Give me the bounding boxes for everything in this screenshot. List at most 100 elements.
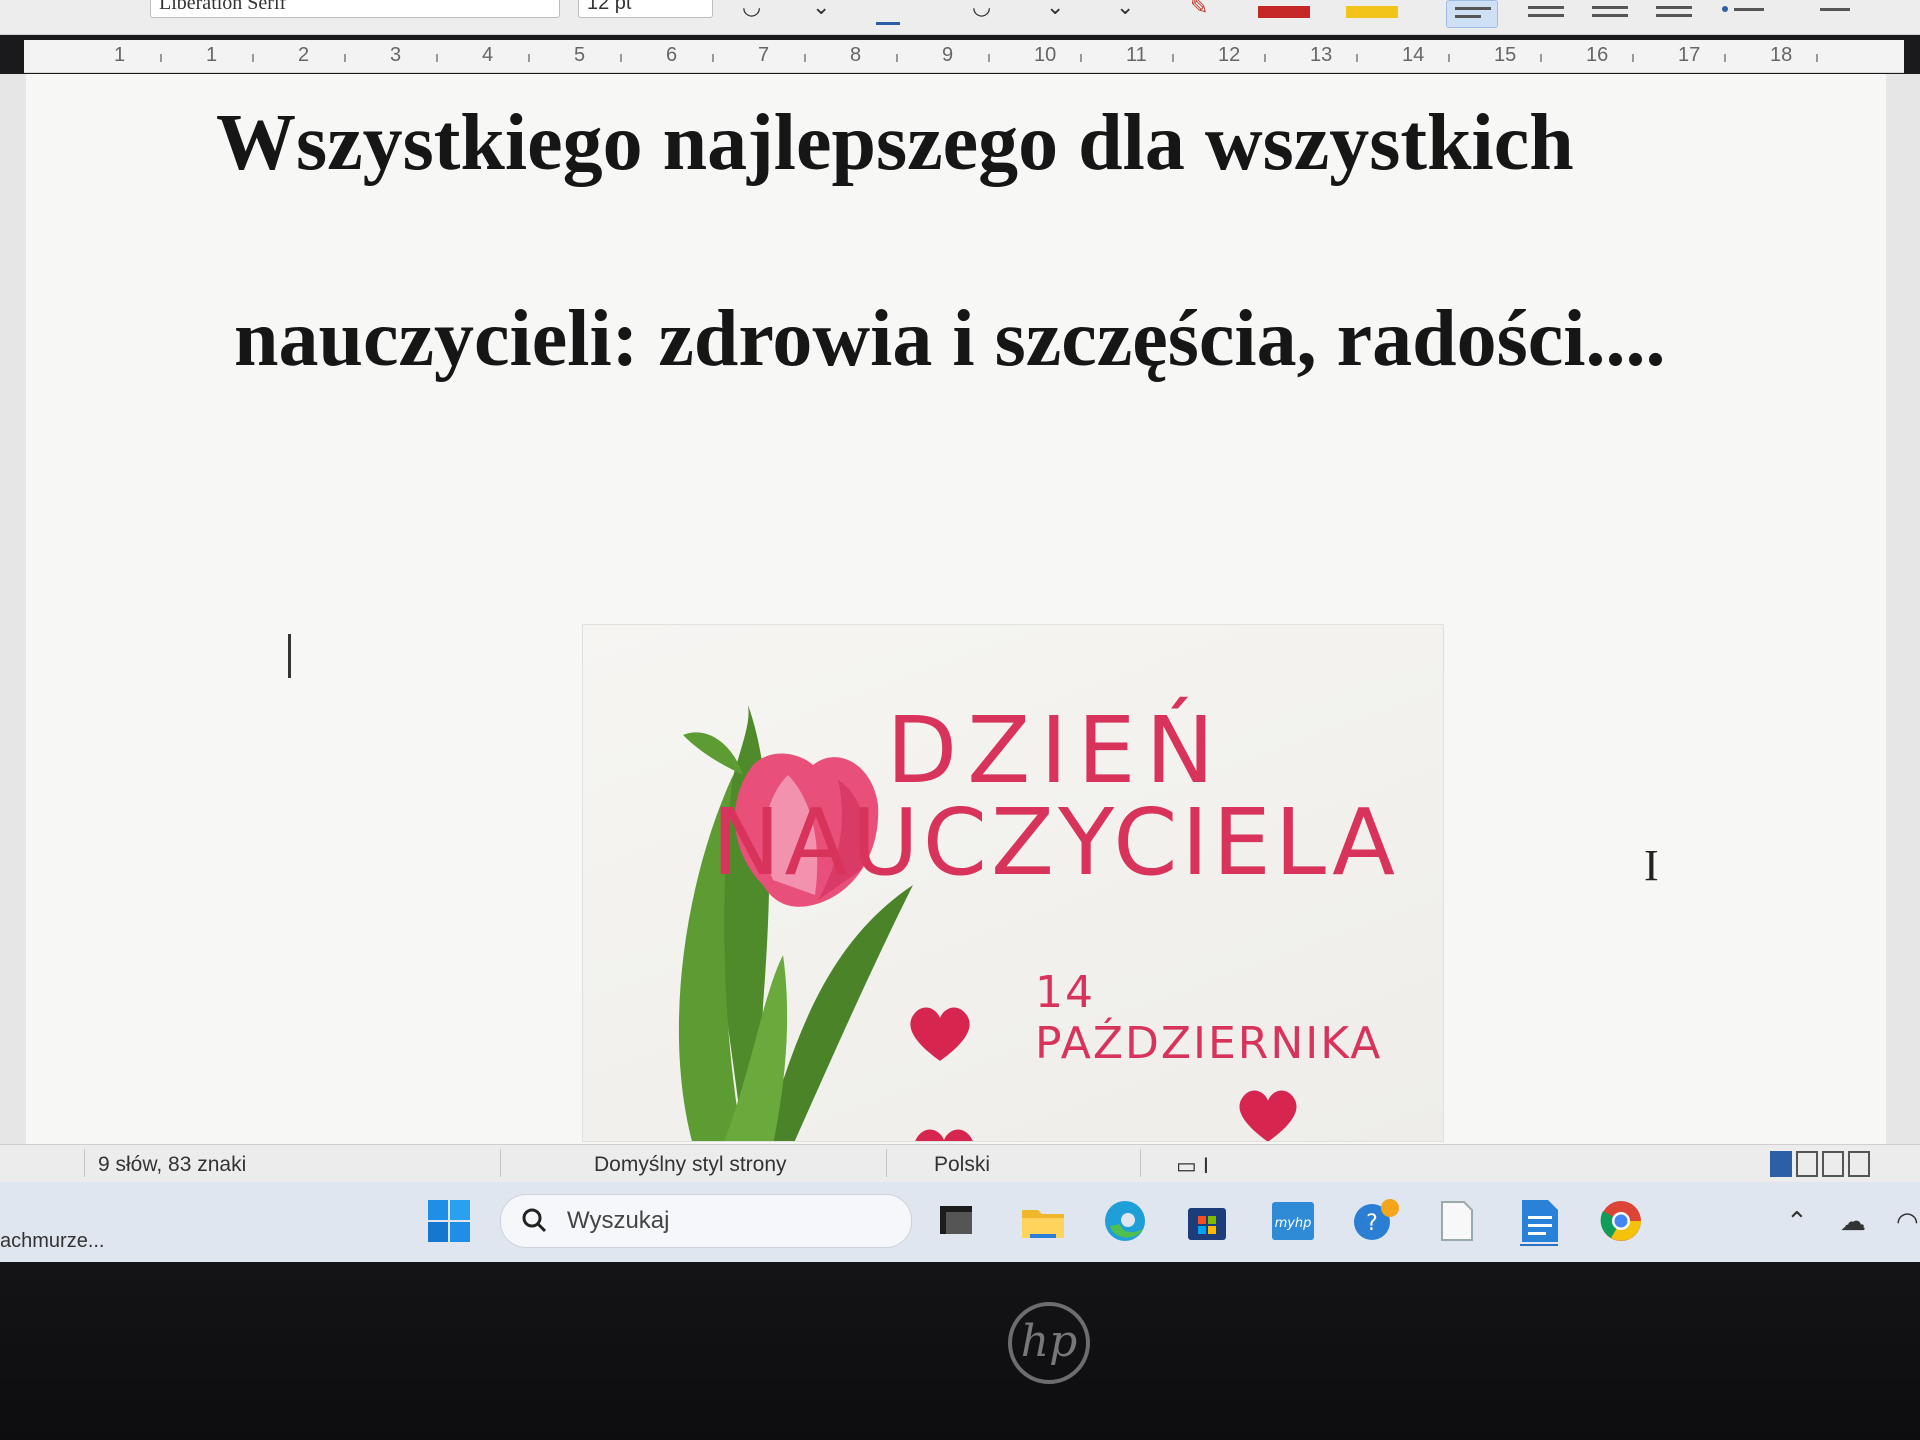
font-color-icon[interactable] xyxy=(1258,6,1310,18)
ruler-number: 13 xyxy=(1310,44,1333,66)
windows-taskbar: achmurze... Wyszukaj myhp ? ⌃ ☁ ◠ xyxy=(0,1182,1920,1262)
multi-page-view-icon[interactable] xyxy=(1796,1151,1818,1177)
onedrive-cloud-icon[interactable]: ☁ xyxy=(1840,1206,1866,1237)
hp-logo: hp xyxy=(1008,1302,1090,1384)
ruler-number: 16 xyxy=(1586,44,1609,66)
ruler-tick xyxy=(1816,54,1818,62)
language-indicator[interactable]: Polski xyxy=(934,1153,990,1177)
horizontal-ruler[interactable]: 1 1 2 3 4 5 6 7 8 9 10 11 12 13 14 15 16 17 18 xyxy=(24,40,1904,73)
svg-text:myhp: myhp xyxy=(1275,1216,1312,1231)
windows-start-icon[interactable] xyxy=(424,1196,474,1246)
ruler-number: 18 xyxy=(1770,44,1793,66)
ruler-number: 15 xyxy=(1494,44,1517,66)
bold-icon[interactable]: ◡ xyxy=(742,0,761,22)
search-icon xyxy=(522,1208,547,1233)
ruler-tick xyxy=(804,54,806,62)
ruler-tick xyxy=(160,54,162,62)
notepad-icon[interactable] xyxy=(1432,1196,1482,1246)
tips-icon[interactable]: ? xyxy=(1350,1196,1400,1246)
ruler-number: 1 xyxy=(114,44,126,66)
single-page-view-icon[interactable] xyxy=(1770,1151,1792,1177)
cloud-status-text[interactable]: achmurze... xyxy=(0,1230,104,1253)
ruler-tick xyxy=(1540,54,1542,62)
teachers-day-image[interactable]: DZIEŃ NAUCZYCIELA 14 PAŹDZIERNIKA xyxy=(582,624,1444,1142)
ruler-number: 9 xyxy=(942,44,954,66)
ruler-number: 14 xyxy=(1402,44,1425,66)
card-title-line-1: DZIEŃ xyxy=(886,697,1225,804)
ruler-number: 6 xyxy=(666,44,678,66)
laptop-bezel: hp xyxy=(0,1262,1920,1440)
multi-page-view-icon[interactable] xyxy=(1822,1151,1844,1177)
ruler-tick xyxy=(988,54,990,62)
page-style[interactable]: Domyślny styl strony xyxy=(594,1153,787,1177)
edge-icon[interactable] xyxy=(1100,1196,1150,1246)
ruler-tick xyxy=(1632,54,1634,62)
ruler-number: 11 xyxy=(1126,44,1147,66)
word-count[interactable]: 9 słów, 83 znaki xyxy=(98,1153,246,1177)
ruler-number: 8 xyxy=(850,44,862,66)
ruler-tick xyxy=(1172,54,1174,62)
document-page[interactable]: Wszystkiego najlepszego dla wszystkich n… xyxy=(26,74,1886,1144)
book-view-icon[interactable] xyxy=(1848,1151,1870,1177)
ruler-number: 3 xyxy=(390,44,402,66)
document-line-2: nauczycieli: zdrowia i szczęścia, radośc… xyxy=(234,295,1666,383)
ruler-number: 4 xyxy=(482,44,494,66)
ruler-tick xyxy=(1264,54,1266,62)
ruler-number: 2 xyxy=(298,44,310,66)
ruler-tick xyxy=(712,54,714,62)
view-layout-buttons xyxy=(1770,1151,1870,1177)
status-bar: 9 słów, 83 znaki Domyślny styl strony Po… xyxy=(0,1144,1920,1183)
numbered-list-icon[interactable] xyxy=(1800,0,1852,28)
ruler-number: 12 xyxy=(1218,44,1241,66)
chrome-icon[interactable] xyxy=(1596,1196,1646,1246)
ruler-number: 7 xyxy=(758,44,770,66)
card-title: DZIEŃ NAUCZYCIELA xyxy=(712,705,1399,889)
taskbar-search-box[interactable]: Wyszukaj xyxy=(500,1194,912,1248)
ruler-tick xyxy=(252,54,254,62)
file-explorer-icon[interactable] xyxy=(1018,1196,1068,1246)
align-left-icon[interactable] xyxy=(1446,0,1498,28)
superscript-icon[interactable]: ⌄ xyxy=(1046,0,1064,22)
microsoft-store-icon[interactable] xyxy=(1182,1196,1232,1246)
svg-text:?: ? xyxy=(1366,1211,1378,1236)
document-line-1: Wszystkiego najlepszego dla wszystkich xyxy=(216,99,1574,187)
formatting-toolbar: Liberation Serif 12 pt ◡ ⌄ ◡ ⌄ ⌄ ✎ xyxy=(0,0,1920,35)
font-name-box[interactable]: Liberation Serif xyxy=(150,0,560,18)
ruler-tick xyxy=(344,54,346,62)
ruler-tick xyxy=(528,54,530,62)
myhp-icon[interactable]: myhp xyxy=(1268,1196,1318,1246)
ruler-tick xyxy=(896,54,898,62)
ruler-number: 5 xyxy=(574,44,586,66)
align-center-icon[interactable] xyxy=(1520,0,1572,28)
ruler-tick xyxy=(1080,54,1082,62)
ruler-number: 10 xyxy=(1034,44,1057,66)
align-right-icon[interactable] xyxy=(1584,0,1636,28)
wifi-icon[interactable]: ◠ xyxy=(1896,1206,1919,1237)
italic-icon[interactable]: ⌄ xyxy=(812,0,830,22)
underline-icon[interactable] xyxy=(876,0,900,25)
ruler-tick xyxy=(1356,54,1358,62)
ruler-tick xyxy=(436,54,438,62)
highlight-color-icon[interactable] xyxy=(1346,6,1398,18)
ruler-number: 17 xyxy=(1678,44,1701,66)
heart-icon xyxy=(915,1129,973,1141)
heart-icon xyxy=(910,1007,970,1061)
bullet-list-icon[interactable] xyxy=(1714,0,1766,28)
document-workspace: Wszystkiego najlepszego dla wszystkich n… xyxy=(0,74,1920,1144)
selection-mode-icon[interactable]: ▭ I xyxy=(1176,1153,1209,1179)
ruler-tick xyxy=(620,54,622,62)
libreoffice-writer-icon[interactable] xyxy=(1514,1196,1564,1246)
ruler-tick xyxy=(1724,54,1726,62)
card-title-line-2: NAUCZYCIELA xyxy=(711,789,1399,896)
text-cursor xyxy=(288,634,291,678)
highlight-pen-icon[interactable]: ✎ xyxy=(1190,0,1208,22)
strikethrough-icon[interactable]: ◡ xyxy=(972,0,991,22)
subscript-icon[interactable]: ⌄ xyxy=(1116,0,1134,22)
ruler-tick xyxy=(1448,54,1450,62)
mouse-ibeam-cursor-icon: I xyxy=(1644,841,1659,890)
show-hidden-icons-chevron-icon[interactable]: ⌃ xyxy=(1786,1206,1808,1237)
heart-icon xyxy=(1239,1090,1297,1141)
task-view-icon[interactable] xyxy=(932,1196,982,1246)
justify-icon[interactable] xyxy=(1648,0,1700,28)
font-size-box[interactable]: 12 pt xyxy=(578,0,713,18)
